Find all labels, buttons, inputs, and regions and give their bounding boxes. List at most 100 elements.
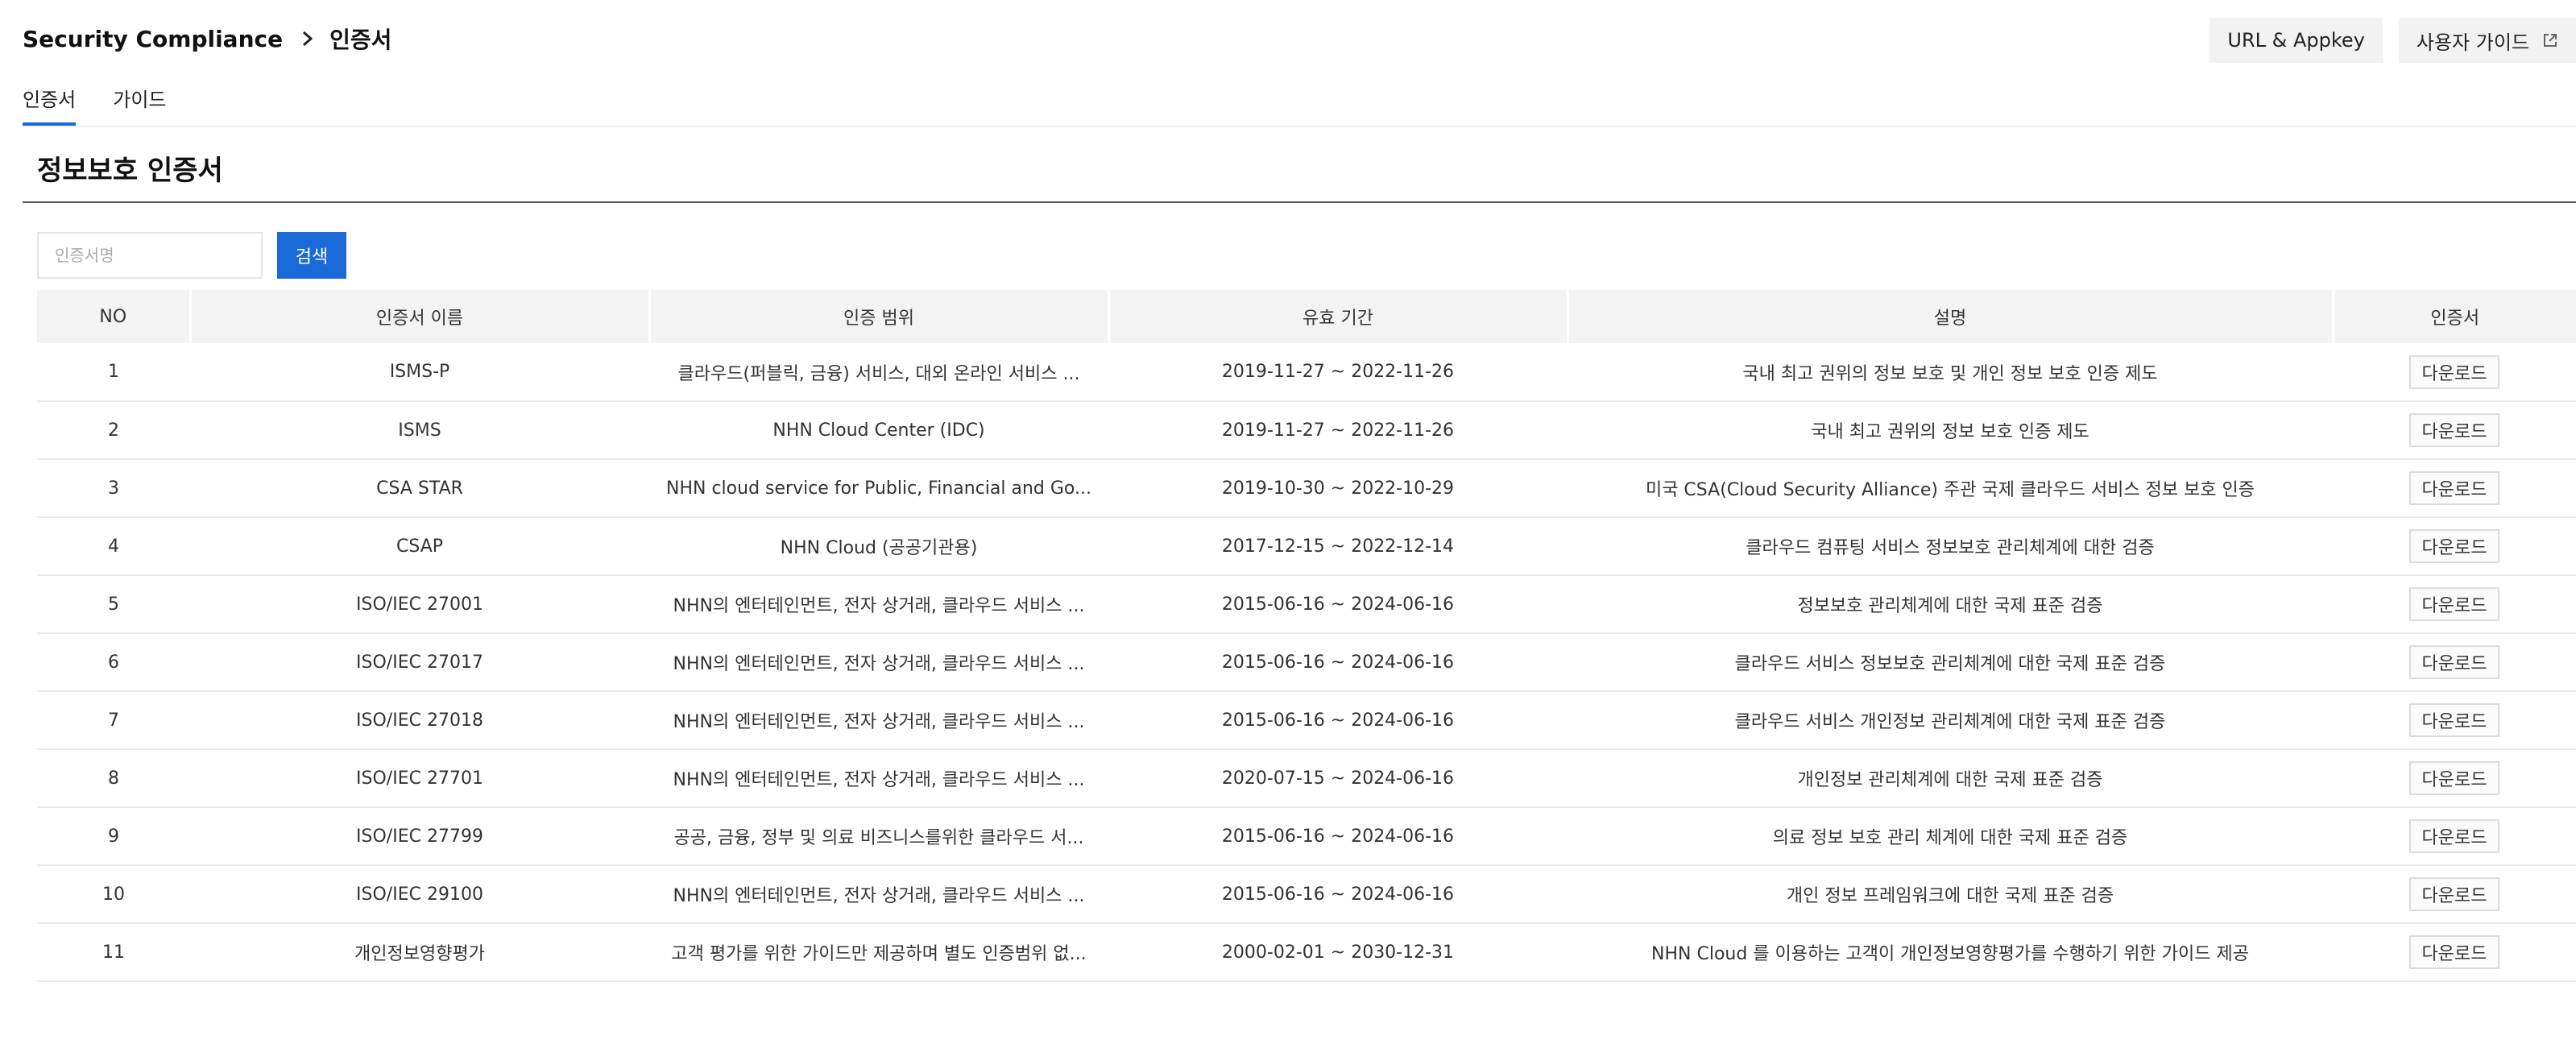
cell-no: 7: [37, 691, 190, 750]
cell-download: 다운로드: [2333, 633, 2576, 692]
cell-validity-period: 2000-02-01 ~ 2030-12-31: [1108, 923, 1568, 982]
cell-description: 클라우드 서비스 정보보호 관리체계에 대한 국제 표준 검증: [1568, 633, 2333, 692]
download-button[interactable]: 다운로드: [2408, 819, 2500, 853]
cell-validity-period: 2020-07-15 ~ 2024-06-16: [1108, 749, 1568, 808]
cell-scope: 클라우드(퍼블릭, 금융) 서비스, 대외 온라인 서비스 ...: [649, 343, 1108, 402]
download-button[interactable]: 다운로드: [2408, 703, 2500, 737]
download-button[interactable]: 다운로드: [2408, 761, 2500, 795]
cell-validity-period: 2015-06-16 ~ 2024-06-16: [1108, 807, 1568, 866]
table-row: 3 CSA STAR NHN cloud service for Public, F…: [37, 459, 2576, 518]
cell-download: 다운로드: [2333, 401, 2576, 460]
cell-certificate-name: ISO/IEC 27701: [190, 749, 649, 808]
cell-no: 6: [37, 633, 190, 692]
cell-scope: NHN Cloud Center (IDC): [649, 401, 1108, 460]
cell-no: 2: [37, 401, 190, 460]
cell-download: 다운로드: [2333, 749, 2576, 808]
breadcrumb-service[interactable]: Security Compliance: [23, 26, 283, 52]
url-appkey-label: URL & Appkey: [2227, 29, 2365, 52]
download-button[interactable]: 다운로드: [2408, 354, 2500, 389]
section-title: 정보보호 인증서: [37, 155, 223, 187]
table-row: 11 개인정보영향평가 고객 평가를 위한 가이드만 제공하며 별도 인증범위 없.…: [37, 923, 2576, 982]
chevron-right-icon: [300, 30, 315, 48]
cell-download: 다운로드: [2333, 343, 2576, 402]
download-button[interactable]: 다운로드: [2408, 645, 2500, 679]
cell-validity-period: 2019-11-27 ~ 2022-11-26: [1108, 343, 1568, 402]
title-divider: [23, 201, 2576, 203]
cell-certificate-name: 개인정보영향평가: [190, 923, 649, 982]
search-input[interactable]: [37, 232, 263, 279]
table-row: 6 ISO/IEC 27017 NHN의 엔터테인먼트, 전자 상거래, 클라우드 …: [37, 633, 2576, 692]
cell-no: 8: [37, 749, 190, 808]
cell-no: 9: [37, 807, 190, 866]
column-header-period: 유효 기간: [1108, 290, 1569, 343]
download-button[interactable]: 다운로드: [2408, 877, 2500, 911]
cell-scope: NHN의 엔터테인먼트, 전자 상거래, 클라우드 서비스 ...: [649, 691, 1108, 750]
cell-certificate-name: ISO/IEC 27017: [190, 633, 649, 692]
cell-description: NHN Cloud 를 이용하는 고객이 개인정보영향평가를 수행하기 위한 가…: [1568, 923, 2333, 982]
cell-scope: NHN cloud service for Public, Financial …: [649, 459, 1108, 518]
column-header-name: 인증서 이름: [190, 290, 651, 343]
cell-description: 의료 정보 보호 관리 체계에 대한 국제 표준 검증: [1568, 807, 2333, 866]
cell-description: 클라우드 컴퓨팅 서비스 정보보호 관리체계에 대한 검증: [1568, 517, 2333, 576]
table-row: 4 CSAP NHN Cloud (공공기관용) 2017-12-15 ~ 2022-…: [37, 517, 2576, 576]
download-button[interactable]: 다운로드: [2408, 935, 2500, 969]
table-header-row: NO 인증서 이름 인증 범위 유효 기간 설명 인증서: [37, 290, 2576, 343]
certificate-table: NO 인증서 이름 인증 범위 유효 기간 설명 인증서 1 ISMS-P 클라우드…: [37, 290, 2576, 982]
cell-scope: NHN의 엔터테인먼트, 전자 상거래, 클라우드 서비스 ...: [649, 633, 1108, 692]
cell-description: 개인 정보 프레임워크에 대한 국제 표준 검증: [1568, 865, 2333, 924]
column-header-no: NO: [37, 290, 192, 343]
download-button[interactable]: 다운로드: [2408, 471, 2500, 505]
url-appkey-button[interactable]: URL & Appkey: [2209, 18, 2383, 63]
cell-no: 3: [37, 459, 190, 518]
cell-validity-period: 2015-06-16 ~ 2024-06-16: [1108, 633, 1568, 692]
header-actions: URL & Appkey 사용자 가이드: [2193, 18, 2576, 63]
column-header-certificate: 인증서: [2333, 290, 2576, 343]
cell-download: 다운로드: [2333, 517, 2576, 576]
cell-validity-period: 2017-12-15 ~ 2022-12-14: [1108, 517, 1568, 576]
column-header-description: 설명: [1568, 290, 2334, 343]
search-button[interactable]: 검색: [277, 232, 346, 279]
table-row: 9 ISO/IEC 27799 공공, 금융, 정부 및 의료 비즈니스를위한 클라…: [37, 807, 2576, 866]
cell-validity-period: 2019-11-27 ~ 2022-11-26: [1108, 401, 1568, 460]
cell-no: 1: [37, 343, 190, 402]
cell-no: 5: [37, 575, 190, 634]
table-row: 1 ISMS-P 클라우드(퍼블릭, 금융) 서비스, 대외 온라인 서비스 ...…: [37, 343, 2576, 402]
tab-certificates[interactable]: 인증서: [23, 79, 77, 126]
download-button[interactable]: 다운로드: [2408, 587, 2500, 621]
cell-download: 다운로드: [2333, 865, 2576, 924]
cell-description: 정보보호 관리체계에 대한 국제 표준 검증: [1568, 575, 2333, 634]
cell-description: 국내 최고 권위의 정보 보호 인증 제도: [1568, 401, 2333, 460]
download-button[interactable]: 다운로드: [2408, 529, 2500, 563]
column-header-scope: 인증 범위: [649, 290, 1110, 343]
cell-validity-period: 2015-06-16 ~ 2024-06-16: [1108, 575, 1568, 634]
tab-guide[interactable]: 가이드: [113, 79, 166, 126]
external-link-icon: [2542, 32, 2558, 48]
table-row: 2 ISMS NHN Cloud Center (IDC) 2019-11-27 ~ …: [37, 401, 2576, 460]
cell-scope: NHN의 엔터테인먼트, 전자 상거래, 클라우드 서비스 ...: [649, 749, 1108, 808]
cell-download: 다운로드: [2333, 807, 2576, 866]
cell-download: 다운로드: [2333, 459, 2576, 518]
tab-bar: 인증서 가이드: [23, 79, 204, 126]
user-guide-label: 사용자 가이드: [2416, 31, 2529, 54]
cell-scope: NHN의 엔터테인먼트, 전자 상거래, 클라우드 서비스 ...: [649, 865, 1108, 924]
tabs-divider: [23, 126, 2576, 127]
table-row: 7 ISO/IEC 27018 NHN의 엔터테인먼트, 전자 상거래, 클라우드 …: [37, 691, 2576, 750]
cell-scope: 고객 평가를 위한 가이드만 제공하며 별도 인증범위 없...: [649, 923, 1108, 982]
cell-validity-period: 2019-10-30 ~ 2022-10-29: [1108, 459, 1568, 518]
cell-download: 다운로드: [2333, 575, 2576, 634]
page-header: Security Compliance 인증서 URL & Appkey 사용자…: [0, 0, 2576, 81]
breadcrumb: Security Compliance 인증서: [23, 23, 391, 55]
cell-certificate-name: ISO/IEC 29100: [190, 865, 649, 924]
table-row: 8 ISO/IEC 27701 NHN의 엔터테인먼트, 전자 상거래, 클라우드 …: [37, 749, 2576, 808]
breadcrumb-page: 인증서: [329, 27, 392, 53]
cell-description: 미국 CSA(Cloud Security Alliance) 주관 국제 클라…: [1568, 459, 2333, 518]
cell-description: 국내 최고 권위의 정보 보호 및 개인 정보 보호 인증 제도: [1568, 343, 2333, 402]
cell-certificate-name: CSAP: [190, 517, 649, 576]
cell-no: 10: [37, 865, 190, 924]
cell-download: 다운로드: [2333, 923, 2576, 982]
cell-scope: NHN Cloud (공공기관용): [649, 517, 1108, 576]
table-body: 1 ISMS-P 클라우드(퍼블릭, 금융) 서비스, 대외 온라인 서비스 ...…: [37, 343, 2576, 982]
cell-certificate-name: ISO/IEC 27799: [190, 807, 649, 866]
download-button[interactable]: 다운로드: [2408, 413, 2500, 447]
user-guide-button[interactable]: 사용자 가이드: [2398, 18, 2576, 63]
